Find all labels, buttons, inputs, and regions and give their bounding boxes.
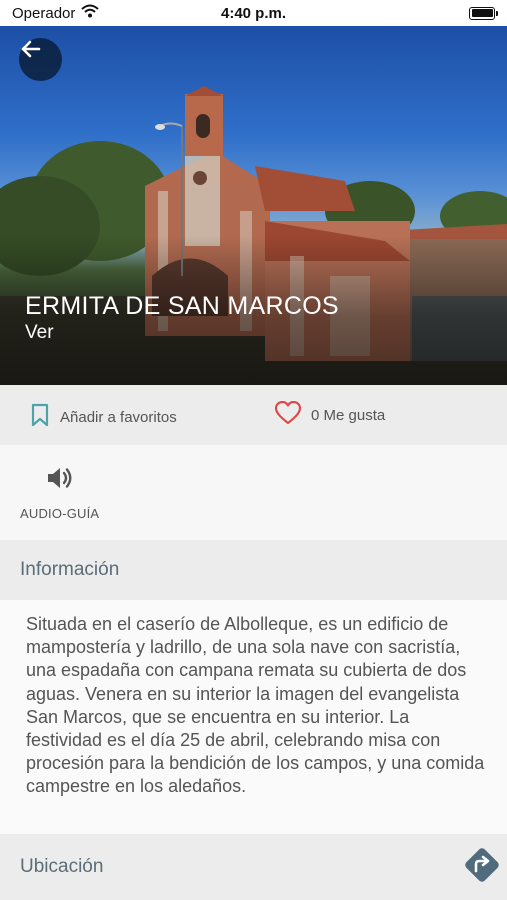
add-to-favorites-button[interactable]: Añadir a favoritos xyxy=(30,403,177,431)
favorite-label: Añadir a favoritos xyxy=(60,408,177,426)
directions-icon xyxy=(461,848,503,891)
battery-icon xyxy=(469,6,498,20)
audio-guide-button[interactable]: AUDIO-GUÍA xyxy=(20,465,99,521)
location-title: Ubicación xyxy=(20,856,104,877)
heart-icon xyxy=(274,400,302,429)
audio-guide-label: AUDIO-GUÍA xyxy=(20,506,100,521)
status-bar: Operador 4:40 p.m. xyxy=(0,0,507,26)
bookmark-icon xyxy=(30,403,50,431)
speaker-icon xyxy=(46,465,74,496)
wifi-icon xyxy=(81,4,100,22)
information-title: Información xyxy=(20,559,120,580)
location-section-header: Ubicación xyxy=(0,834,507,900)
action-bar: Añadir a favoritos 0 Me gusta xyxy=(0,385,507,445)
information-text: Situada en el caserío de Albolleque, es … xyxy=(0,600,507,834)
like-button[interactable]: 0 Me gusta xyxy=(274,400,386,429)
like-count-label: 0 Me gusta xyxy=(311,406,386,424)
back-button[interactable] xyxy=(19,38,62,81)
place-title: ERMITA DE SAN MARCOS xyxy=(25,292,339,320)
status-left: Operador xyxy=(12,4,100,22)
information-section-header: Información xyxy=(0,540,507,600)
carrier-label: Operador xyxy=(12,4,76,22)
hero-image: ERMITA DE SAN MARCOS Ver xyxy=(0,26,507,385)
directions-button[interactable] xyxy=(461,844,503,886)
audio-guide-area: AUDIO-GUÍA xyxy=(0,445,507,540)
view-link[interactable]: Ver xyxy=(25,322,54,344)
